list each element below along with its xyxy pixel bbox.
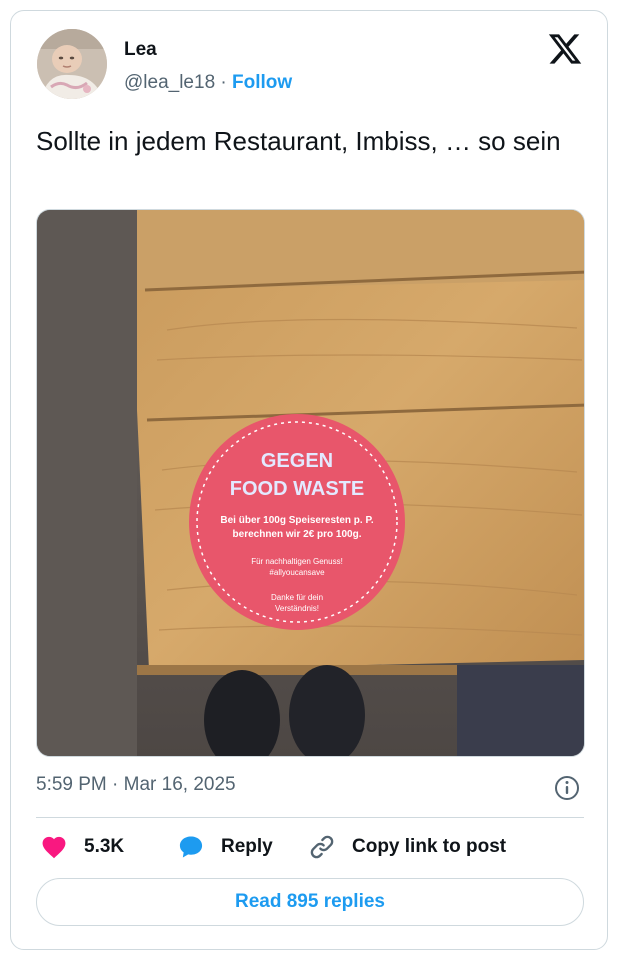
sticker-line-2: berechnen wir 2€ pro 100g.	[232, 529, 362, 540]
info-icon[interactable]	[554, 775, 580, 801]
timestamp-separator: ·	[112, 774, 119, 795]
sticker-headline-2: FOOD WASTE	[229, 478, 365, 500]
reply-bubble-icon	[179, 836, 203, 858]
author-avatar[interactable]	[37, 29, 107, 99]
link-icon	[310, 835, 334, 859]
author-handle-row: @lea_le18 · Follow	[124, 72, 292, 94]
sticker-headline-1: GEGEN	[260, 450, 334, 472]
tweet-card: Lea @lea_le18 · Follow Sollte in jedem R…	[10, 10, 608, 950]
x-logo-icon[interactable]	[547, 31, 583, 67]
sticker-line-6: Verständnis!	[274, 604, 320, 613]
like-button[interactable]: 5.3K	[40, 833, 124, 861]
sticker-line-5: Danke für dein	[270, 593, 324, 602]
sticker-line-3: Für nachhaltigen Genuss!	[251, 557, 343, 566]
divider	[36, 817, 584, 818]
post-date: Mar 16, 2025	[123, 774, 236, 795]
tweet-photo[interactable]: GEGEN FOOD WASTE Bei über 100g Speiseres…	[36, 209, 585, 757]
reply-label: Reply	[221, 836, 273, 857]
author-name[interactable]: Lea	[124, 39, 157, 61]
copy-link-label: Copy link to post	[352, 836, 507, 857]
read-replies-button[interactable]: Read 895 replies	[36, 878, 584, 926]
sticker-line-1: Bei über 100g Speiseresten p. P.	[220, 515, 374, 526]
like-count: 5.3K	[84, 836, 125, 857]
copy-link-button[interactable]: Copy link to post	[308, 833, 506, 861]
author-handle[interactable]: @lea_le18	[124, 72, 215, 93]
baby-photo-avatar	[37, 29, 107, 99]
post-time: 5:59 PM	[36, 774, 107, 795]
handle-separator: ·	[220, 72, 227, 93]
heart-icon	[42, 836, 66, 859]
follow-button[interactable]: Follow	[232, 72, 292, 93]
timestamp[interactable]: 5:59 PM · Mar 16, 2025	[36, 774, 236, 796]
sticker-line-4: #allyoucansave	[269, 568, 325, 577]
reply-button[interactable]: Reply	[177, 833, 273, 861]
tweet-text: Sollte in jedem Restaurant, Imbiss, … so…	[36, 126, 561, 156]
